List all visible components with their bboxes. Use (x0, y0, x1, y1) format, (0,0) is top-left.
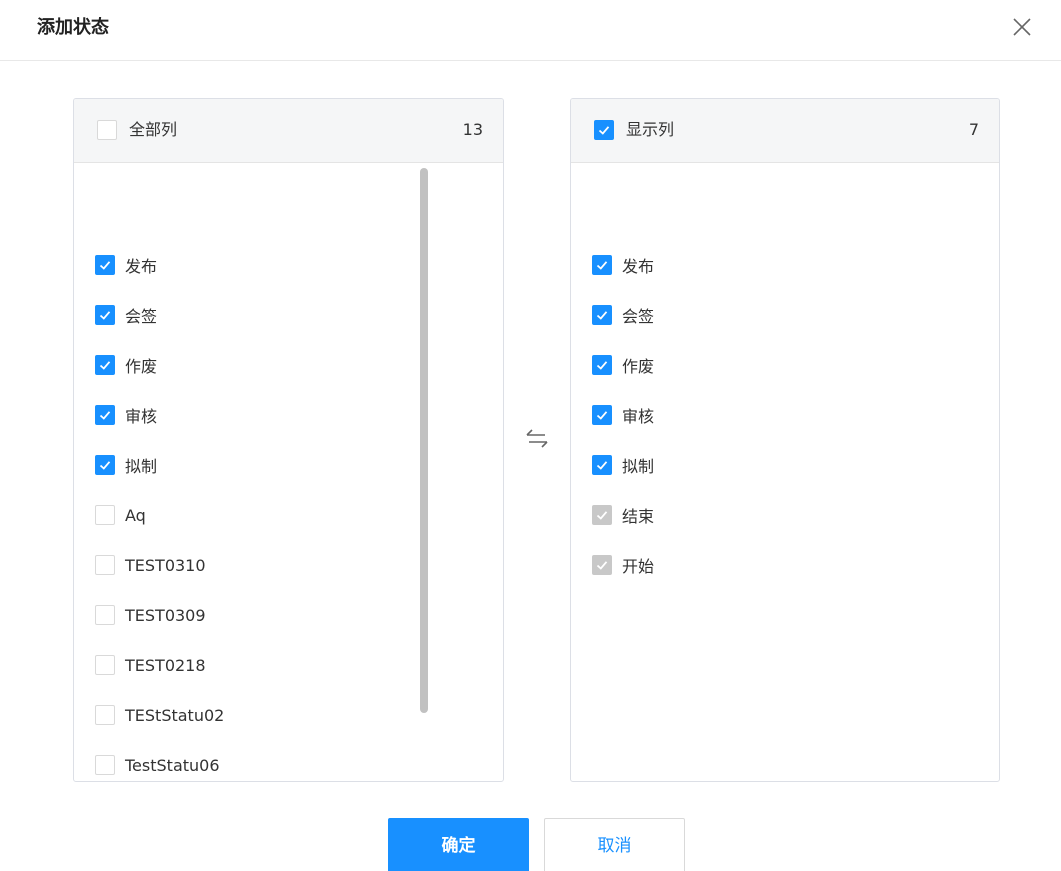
display-columns-panel: 显示列 7 发布 会签 作废 审核 拟制 结束 开始 (570, 98, 1000, 782)
item-label: TEStStatu02 (125, 705, 225, 725)
display-columns-list[interactable]: 发布 会签 作废 审核 拟制 结束 开始 (571, 163, 999, 781)
select-all-display-checkbox[interactable] (594, 120, 614, 140)
check-icon (596, 311, 608, 320)
all-columns-count: 13 (462, 120, 483, 139)
select-all-checkbox[interactable] (97, 120, 117, 140)
list-item[interactable]: 会签 (592, 301, 654, 329)
check-icon (596, 461, 608, 470)
item-label: 会签 (622, 307, 655, 326)
close-icon (1013, 18, 1031, 36)
check-icon (99, 311, 111, 320)
item-checkbox[interactable] (592, 455, 612, 475)
list-item[interactable]: 作废 (95, 351, 157, 379)
item-checkbox[interactable] (592, 555, 612, 575)
close-button[interactable] (1009, 14, 1035, 40)
item-label: 作废 (622, 357, 655, 376)
item-checkbox[interactable] (95, 355, 115, 375)
all-columns-label: 全部列 (129, 120, 178, 139)
item-checkbox[interactable] (95, 405, 115, 425)
item-checkbox[interactable] (592, 355, 612, 375)
check-icon (99, 361, 111, 370)
list-item[interactable]: 发布 (592, 251, 654, 279)
list-item[interactable]: TestStatu06 (95, 751, 220, 779)
list-scrollbar[interactable] (420, 168, 428, 713)
item-checkbox[interactable] (95, 455, 115, 475)
check-icon (596, 411, 608, 420)
item-checkbox[interactable] (95, 555, 115, 575)
check-icon (99, 261, 111, 270)
item-checkbox[interactable] (592, 505, 612, 525)
item-label: 作废 (125, 357, 158, 376)
check-icon (596, 361, 608, 370)
list-item[interactable]: TEST0309 (95, 601, 206, 629)
list-item[interactable]: 结束 (592, 501, 654, 529)
item-label: 结束 (622, 507, 655, 526)
item-checkbox[interactable] (592, 305, 612, 325)
item-checkbox[interactable] (592, 405, 612, 425)
item-label: TEST0310 (125, 555, 206, 575)
item-label: 审核 (125, 407, 158, 426)
item-label: 拟制 (622, 457, 655, 476)
item-checkbox[interactable] (95, 755, 115, 775)
display-columns-label: 显示列 (626, 120, 675, 139)
check-icon (596, 511, 608, 520)
item-label: 审核 (622, 407, 655, 426)
item-label: 发布 (125, 257, 158, 276)
check-icon (596, 261, 608, 270)
dialog-header: 添加状态 (0, 0, 1061, 61)
display-columns-header: 显示列 7 (571, 99, 999, 163)
item-checkbox[interactable] (95, 505, 115, 525)
list-item[interactable]: 审核 (592, 401, 654, 429)
all-columns-header: 全部列 13 (74, 99, 503, 163)
list-item[interactable]: TEStStatu02 (95, 701, 224, 729)
item-label: TestStatu06 (125, 755, 220, 775)
item-checkbox[interactable] (95, 705, 115, 725)
item-label: 拟制 (125, 457, 158, 476)
list-item[interactable]: 拟制 (592, 451, 654, 479)
all-columns-list[interactable]: 发布 会签 作废 审核 拟制 Aq TEST0310 TEST0309 TEST… (74, 163, 503, 781)
check-icon (99, 461, 111, 470)
item-checkbox[interactable] (95, 255, 115, 275)
confirm-button[interactable]: 确定 (388, 818, 529, 871)
display-columns-count: 7 (968, 120, 979, 139)
swap-arrows-icon (526, 429, 548, 448)
dialog-title: 添加状态 (37, 17, 109, 38)
add-status-dialog: 添加状态 全部列 13 发布 会签 作废 审核 拟制 Aq TEST0310 T… (0, 0, 1061, 871)
item-label: Aq (125, 505, 146, 525)
list-item[interactable]: 发布 (95, 251, 157, 279)
list-item[interactable]: 拟制 (95, 451, 157, 479)
item-label: TEST0309 (125, 605, 206, 625)
item-checkbox[interactable] (95, 655, 115, 675)
list-item[interactable]: 会签 (95, 301, 157, 329)
item-checkbox[interactable] (592, 255, 612, 275)
check-icon (596, 561, 608, 570)
check-icon (99, 411, 111, 420)
transfer-button[interactable] (523, 425, 551, 453)
cancel-button[interactable]: 取消 (544, 818, 685, 871)
list-item[interactable]: 作废 (592, 351, 654, 379)
list-item[interactable]: Aq (95, 501, 146, 529)
item-label: TEST0218 (125, 655, 206, 675)
item-label: 会签 (125, 307, 158, 326)
list-item[interactable]: TEST0218 (95, 651, 206, 679)
check-icon (598, 126, 610, 135)
item-label: 开始 (622, 557, 655, 576)
list-item[interactable]: TEST0310 (95, 551, 206, 579)
item-checkbox[interactable] (95, 305, 115, 325)
item-checkbox[interactable] (95, 605, 115, 625)
list-item[interactable]: 开始 (592, 551, 654, 579)
all-columns-panel: 全部列 13 发布 会签 作废 审核 拟制 Aq TEST0310 TEST03… (73, 98, 504, 782)
list-item[interactable]: 审核 (95, 401, 157, 429)
item-label: 发布 (622, 257, 655, 276)
